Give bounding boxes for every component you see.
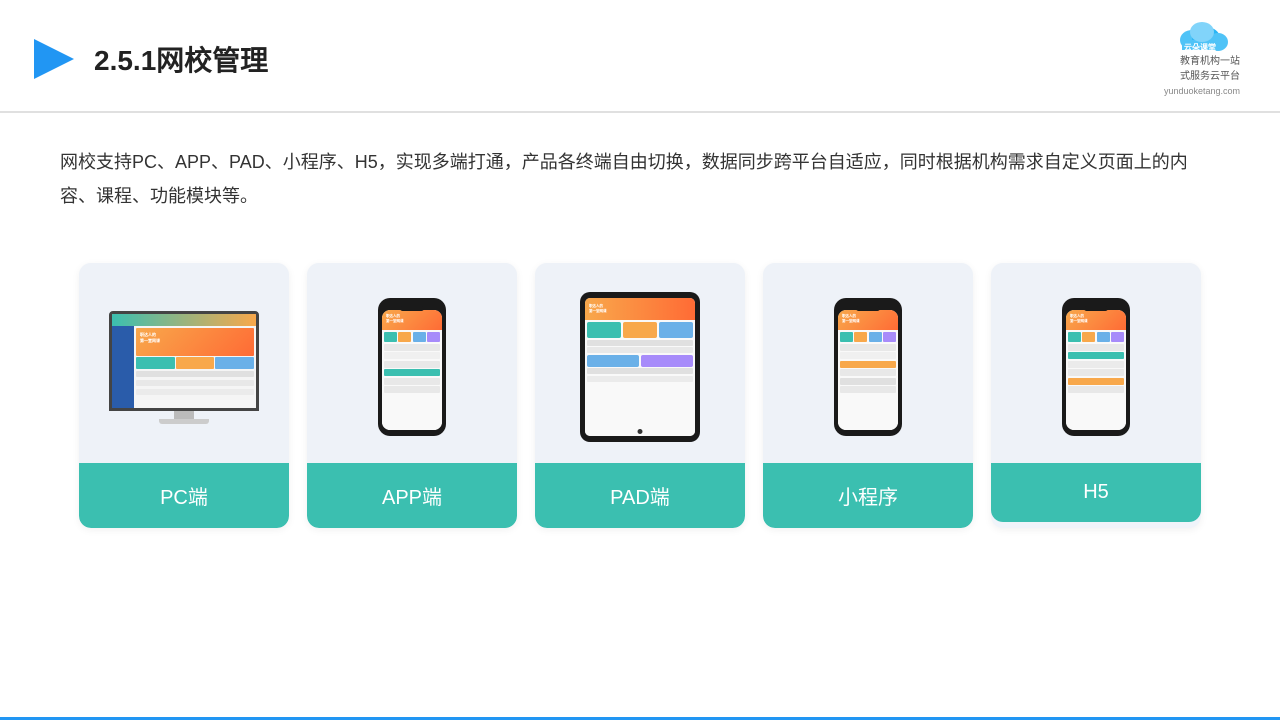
description-text: 网校支持PC、APP、PAD、小程序、H5，实现多端打通，产品各终端自由切换，数… xyxy=(60,145,1220,213)
header: 2.5.1网校管理 云朵课堂 教育机构一站 式服务云平台 yunduoketan… xyxy=(0,0,1280,113)
card-h5-image: 职达人的第一堂网课 xyxy=(991,263,1201,463)
card-pad-label: PAD端 xyxy=(535,463,745,528)
card-pc-image: 职达人的第一堂网课 xyxy=(79,263,289,463)
logo-url: yunduoketang.com xyxy=(1164,86,1240,96)
description: 网校支持PC、APP、PAD、小程序、H5，实现多端打通，产品各终端自由切换，数… xyxy=(0,113,1280,233)
card-app: 职达人的第一堂网课 xyxy=(307,263,517,528)
card-h5-label: H5 xyxy=(991,463,1201,522)
card-h5: 职达人的第一堂网课 xyxy=(991,263,1201,528)
card-pc-label: PC端 xyxy=(79,463,289,528)
svg-text:云朵课堂: 云朵课堂 xyxy=(1184,42,1216,52)
h5-mockup: 职达人的第一堂网课 xyxy=(1062,298,1130,436)
miniprogram-mockup: 职达人的第一堂网课 xyxy=(834,298,902,436)
logo-icon: 云朵课堂 xyxy=(1172,18,1232,54)
card-pad: 职达人的第一堂网课 xyxy=(535,263,745,528)
pc-mockup: 职达人的第一堂网课 xyxy=(109,311,259,424)
app-mockup: 职达人的第一堂网课 xyxy=(378,298,446,436)
logo-area: 云朵课堂 教育机构一站 式服务云平台 yunduoketang.com xyxy=(1164,18,1240,99)
card-pad-image: 职达人的第一堂网课 xyxy=(535,263,745,463)
page-title: 2.5.1网校管理 xyxy=(94,39,268,79)
header-left: 2.5.1网校管理 xyxy=(30,35,268,83)
card-miniprogram: 职达人的第一堂网课 xyxy=(763,263,973,528)
logo-subtitle: 教育机构一站 式服务云平台 yunduoketang.com xyxy=(1164,54,1240,99)
pad-mockup: 职达人的第一堂网课 xyxy=(580,292,700,442)
card-miniprogram-label: 小程序 xyxy=(763,463,973,528)
card-miniprogram-image: 职达人的第一堂网课 xyxy=(763,263,973,463)
play-icon xyxy=(30,35,78,83)
cards-container: 职达人的第一堂网课 xyxy=(0,243,1280,548)
card-app-label: APP端 xyxy=(307,463,517,528)
card-pc: 职达人的第一堂网课 xyxy=(79,263,289,528)
card-app-image: 职达人的第一堂网课 xyxy=(307,263,517,463)
